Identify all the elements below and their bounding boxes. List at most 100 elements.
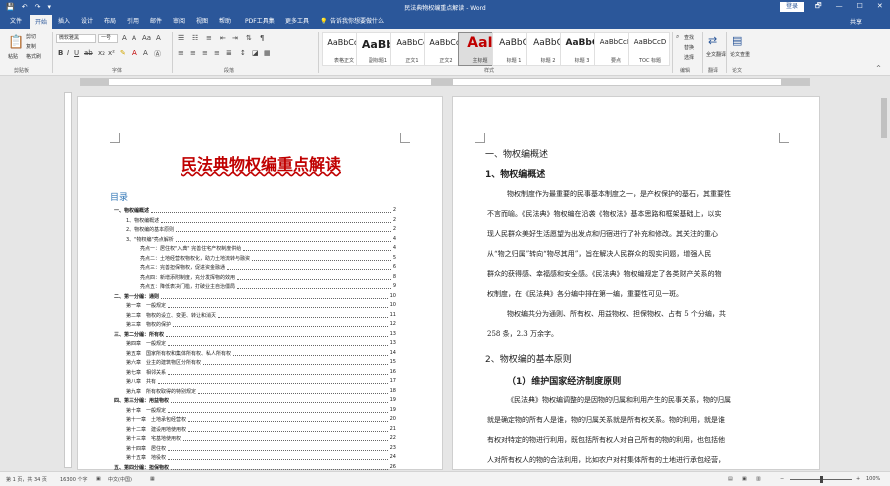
restore-ribbon-icon[interactable]: 🗗 (815, 2, 822, 13)
show-marks-icon[interactable]: ¶ (260, 34, 264, 42)
paper-check-icon[interactable]: ▤ (732, 34, 742, 47)
clear-format-icon[interactable]: A (156, 34, 161, 42)
tab-file[interactable]: 文件 (10, 17, 22, 26)
tab-more-tools[interactable]: 更多工具 (285, 17, 309, 26)
document-page-1[interactable]: 民法典物权编重点解读 目录 一、物权编概述 2 1、物权编概述 2 2、物权编的基本原则… (77, 96, 443, 471)
word-count[interactable]: 16300 个字 (60, 476, 88, 483)
align-center-icon[interactable]: ≡ (190, 49, 196, 57)
zoom-out-icon[interactable]: − (780, 476, 784, 482)
translate-icon[interactable]: ⇄ (708, 34, 717, 47)
find-icon[interactable]: ⌕ (676, 33, 679, 41)
vertical-scrollbar[interactable] (878, 88, 890, 471)
toc-entry[interactable]: 第六章 业主的建筑物区分所有权 15 (126, 359, 396, 367)
find-button[interactable]: 查找 (684, 34, 694, 41)
align-right-icon[interactable]: ≡ (202, 49, 208, 57)
tab-pdf-tools[interactable]: PDF工具集 (245, 17, 275, 26)
share-button[interactable]: 共享 (850, 17, 862, 26)
toc-entry[interactable]: 第十五章 地役权 24 (126, 454, 396, 462)
web-layout-icon[interactable]: ▥ (756, 476, 761, 482)
superscript-icon[interactable]: x² (108, 49, 115, 57)
tab-help[interactable]: 帮助 (219, 17, 231, 26)
toc-entry[interactable]: 三、第二分编：所有权 13 (114, 331, 396, 339)
paper-check-button[interactable]: 论文查重 (730, 51, 750, 58)
horizontal-ruler[interactable] (80, 78, 810, 86)
scrollbar-thumb[interactable] (881, 98, 887, 138)
bold-icon[interactable]: B (58, 49, 63, 57)
enclose-char-icon[interactable]: Ⓐ (154, 49, 161, 59)
tab-references[interactable]: 引用 (127, 17, 139, 26)
toc-entry[interactable]: 四、第三分编：用益物权 19 (114, 397, 396, 405)
login-button[interactable]: 登录 (780, 2, 804, 12)
zoom-in-icon[interactable]: + (856, 476, 860, 482)
toc-entry[interactable]: 亮点二：土地经营权物权化，助力土地流转与融资 5 (140, 255, 396, 263)
toc-entry[interactable]: 第七章 相邻关系 16 (126, 369, 396, 377)
zoom-slider[interactable] (790, 476, 852, 483)
collapse-ribbon-icon[interactable]: ^ (876, 65, 881, 72)
change-case-icon[interactable]: Aa (142, 34, 151, 42)
tell-me-search[interactable]: 告诉我你想要做什么 (330, 17, 384, 26)
copy-button[interactable]: 复制 (26, 43, 36, 50)
macro-icon[interactable]: ▦ (150, 476, 155, 482)
paste-button[interactable]: 粘贴 (8, 53, 18, 60)
proofing-icon[interactable]: ▣ (96, 476, 101, 482)
toc-entry[interactable]: 第十二章 建设用地使用权 21 (126, 426, 396, 434)
tab-design[interactable]: 设计 (81, 17, 93, 26)
paste-icon[interactable]: 📋 (8, 35, 24, 50)
toc-entry[interactable]: 第十一章 土地承包经营权 20 (126, 416, 396, 424)
font-size-box[interactable]: 一号 (98, 34, 118, 43)
shrink-font-icon[interactable]: A (132, 35, 136, 42)
toc-entry[interactable]: 亮点五：降低表决门槛，打破业主自治僵局 9 (140, 283, 396, 291)
distributed-icon[interactable]: ≣ (226, 49, 232, 57)
italic-icon[interactable]: I (67, 49, 69, 57)
font-name-box[interactable]: 微软雅黑 (56, 34, 96, 43)
decrease-indent-icon[interactable]: ⇤ (220, 34, 226, 42)
tab-layout[interactable]: 布局 (104, 17, 116, 26)
align-left-icon[interactable]: ≡ (178, 49, 184, 57)
tab-review[interactable]: 审阅 (173, 17, 185, 26)
toc-entry[interactable]: 2、物权编的基本原则 2 (126, 226, 396, 234)
page-count[interactable]: 第 1 页，共 34 页 (6, 476, 47, 483)
zoom-slider-knob[interactable] (820, 476, 823, 483)
document-page-2[interactable]: 一、物权编概述 1、物权编概述 物权制度作为最重要的民事基本制度之一，是产权保护… (452, 96, 820, 470)
tab-home[interactable]: 开始 (30, 15, 53, 29)
increase-indent-icon[interactable]: ⇥ (232, 34, 238, 42)
borders-icon[interactable]: ▦ (264, 49, 271, 57)
toc-entry[interactable]: 第八章 共有 17 (126, 378, 396, 386)
toc-entry[interactable]: 第十三章 宅基地使用权 22 (126, 435, 396, 443)
select-button[interactable]: 选择 (684, 54, 694, 61)
highlight-icon[interactable]: ✎ (120, 49, 126, 57)
strikethrough-icon[interactable]: ab (84, 49, 93, 57)
format-painter-button[interactable]: 格式刷 (26, 53, 41, 60)
close-icon[interactable]: ✕ (877, 2, 883, 13)
toc-entry[interactable]: 亮点一：居住权"入典" 完善住宅产权制度供给 4 (140, 245, 396, 253)
toc-entry[interactable]: 第三章 物权的保护 12 (126, 321, 396, 329)
toc-entry[interactable]: 二、第一分编：通则 10 (114, 293, 396, 301)
vertical-ruler[interactable] (64, 92, 72, 468)
read-mode-icon[interactable]: ▤ (728, 476, 733, 482)
toc-entry[interactable]: 1、物权编概述 2 (126, 217, 396, 225)
style-toc-heading[interactable]: AaBbCcD TOC 标题 (628, 32, 670, 66)
toc-entry[interactable]: 亮点四：新增添附制度，充分发挥物的效用 8 (140, 274, 396, 282)
zoom-level[interactable]: 100% (866, 476, 880, 482)
toc-entry[interactable]: 一、物权编概述 2 (114, 207, 396, 215)
toc-entry[interactable]: 第一章 一般规定 10 (126, 302, 396, 310)
font-color-icon[interactable]: A (132, 49, 137, 57)
grow-font-icon[interactable]: A (122, 34, 127, 42)
toc-entry[interactable]: 亮点三：完善担保物权，促进资金融通 6 (140, 264, 396, 272)
toc-entry[interactable]: 第四章 一般规定 13 (126, 340, 396, 348)
bullets-icon[interactable]: ☰ (178, 34, 184, 42)
full-translate-button[interactable]: 全文翻译 (706, 51, 726, 58)
shading-icon[interactable]: ◪ (252, 49, 259, 57)
underline-icon[interactable]: U (74, 49, 79, 57)
tab-mailings[interactable]: 邮件 (150, 17, 162, 26)
replace-button[interactable]: 替换 (684, 44, 694, 51)
minimize-icon[interactable]: — (836, 2, 843, 13)
cut-button[interactable]: 剪切 (26, 33, 36, 40)
toc-entry[interactable]: 第十四章 居住权 23 (126, 445, 396, 453)
subscript-icon[interactable]: x₂ (98, 49, 105, 57)
justify-icon[interactable]: ≡ (214, 49, 220, 57)
toc-entry[interactable]: 第二章 物权的设立、变更、转让和消灭 11 (126, 312, 396, 320)
line-spacing-icon[interactable]: ↕ (240, 49, 246, 57)
toc-entry[interactable]: 第九章 所有权取得的特别规定 18 (126, 388, 396, 396)
numbering-icon[interactable]: ☷ (192, 34, 198, 42)
